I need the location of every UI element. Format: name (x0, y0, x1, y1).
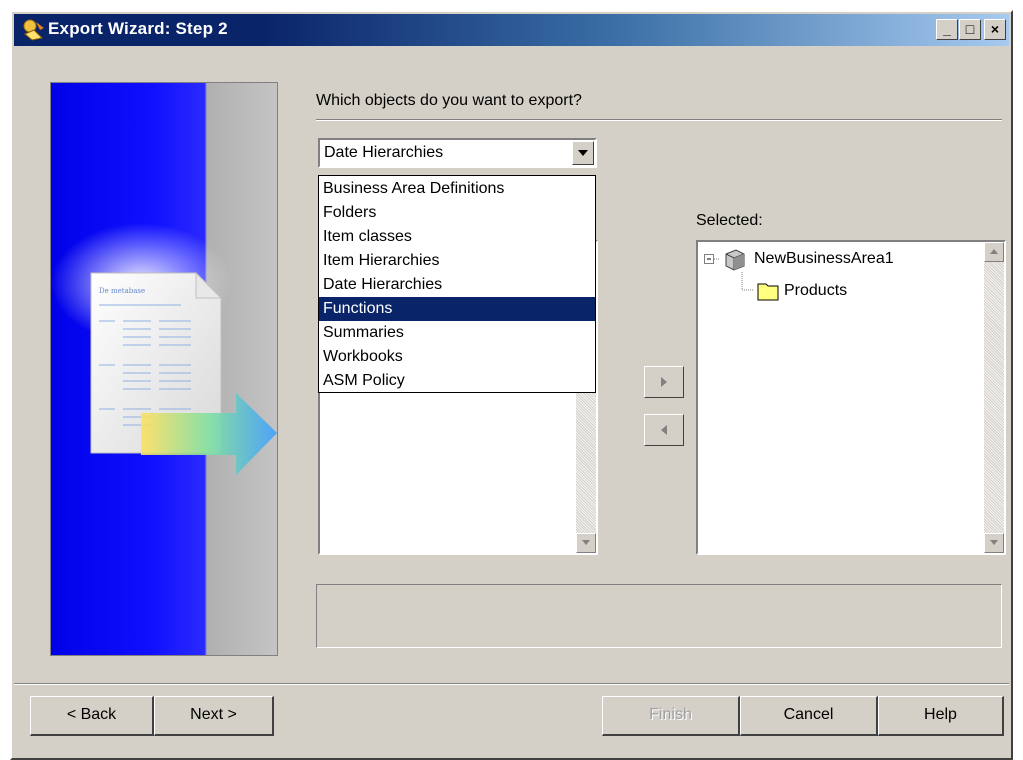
dropdown-option[interactable]: Item classes (319, 225, 595, 249)
selected-scrollbar[interactable] (984, 242, 1004, 553)
minimize-icon: _ (943, 21, 951, 37)
add-to-selected-button[interactable] (644, 366, 684, 398)
dropdown-option[interactable]: Summaries (319, 321, 595, 345)
maximize-icon: □ (965, 21, 975, 37)
dropdown-option[interactable]: ASM Policy (319, 369, 595, 393)
next-button[interactable]: Next > (154, 696, 274, 736)
dropdown-option[interactable]: Date Hierarchies (319, 273, 595, 297)
chevron-down-icon[interactable] (572, 141, 594, 165)
maximize-button[interactable]: □ (959, 19, 981, 40)
dropdown-option[interactable]: Workbooks (319, 345, 595, 369)
title-bar[interactable]: Export Wizard: Step 2 _ □ × (14, 14, 1009, 46)
object-type-dropdown: Business Area Definitions Folders Item c… (318, 175, 596, 393)
banner-doc-heading: De metabase (99, 287, 145, 295)
scroll-down-button[interactable] (984, 533, 1004, 553)
selected-objects-tree[interactable]: NewBusinessArea1 Products (696, 240, 1006, 555)
tree-node-label: Products (784, 282, 848, 299)
button-bar-divider (14, 683, 1009, 685)
folder-icon (757, 283, 779, 301)
prompt-divider (316, 119, 1002, 121)
dropdown-option-highlighted[interactable]: Functions (319, 297, 595, 321)
wizard-icon (23, 19, 44, 41)
help-button[interactable]: Help (878, 696, 1004, 736)
document-export-illustration: De metabase (51, 223, 277, 475)
back-button[interactable]: < Back (30, 696, 154, 736)
cancel-button[interactable]: Cancel (740, 696, 878, 736)
selected-label: Selected: (696, 212, 763, 229)
dropdown-option[interactable]: Folders (319, 201, 595, 225)
object-type-combo[interactable]: Date Hierarchies (318, 138, 597, 168)
arrow-right-icon (661, 377, 667, 387)
arrow-left-icon (661, 425, 667, 435)
remove-from-selected-button[interactable] (644, 414, 684, 446)
tree-node-label: NewBusinessArea1 (754, 250, 894, 267)
business-area-icon (725, 249, 745, 271)
dropdown-option[interactable]: Item Hierarchies (319, 249, 595, 273)
close-icon: × (990, 21, 1000, 37)
wizard-content: De metabase Which objects do you want to… (26, 60, 1006, 670)
export-prompt: Which objects do you want to export? (316, 92, 582, 109)
description-panel (316, 584, 1002, 648)
wizard-banner: De metabase (50, 82, 278, 656)
window-title: Export Wizard: Step 2 (48, 19, 228, 38)
export-wizard-window: Export Wizard: Step 2 _ □ × De metabase … (10, 10, 1013, 760)
finish-button[interactable]: Finish (602, 696, 740, 736)
scroll-down-button[interactable] (576, 533, 596, 553)
scroll-up-button[interactable] (984, 242, 1004, 262)
close-button[interactable]: × (984, 19, 1006, 40)
dropdown-option[interactable]: Business Area Definitions (319, 177, 595, 201)
object-type-value: Date Hierarchies (324, 144, 444, 161)
minimize-button[interactable]: _ (936, 19, 958, 40)
